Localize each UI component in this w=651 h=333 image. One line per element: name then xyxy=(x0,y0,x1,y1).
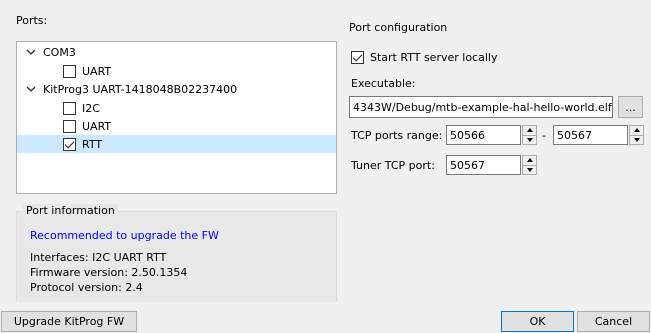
spin-up-icon[interactable] xyxy=(630,126,643,136)
upgrade-warning: Recommended to upgrade the FW xyxy=(30,229,219,242)
upgrade-kitprog-button[interactable]: Upgrade KitProg FW xyxy=(1,311,137,332)
protocol-version-text: Protocol version: 2.4 xyxy=(30,281,143,294)
tree-item-label: UART xyxy=(82,119,112,133)
spin-down-icon[interactable] xyxy=(523,166,536,175)
port-information-title: Port information xyxy=(23,204,118,217)
tree-item-uart[interactable]: UART xyxy=(63,117,111,135)
tcp-to-spinner[interactable] xyxy=(629,125,644,145)
start-rtt-row[interactable]: Start RTT server locally xyxy=(351,51,497,64)
spin-up-icon[interactable] xyxy=(523,156,536,166)
spin-down-icon[interactable] xyxy=(523,136,536,145)
tuner-port-spinner[interactable] xyxy=(522,155,537,175)
tuner-label: Tuner TCP port: xyxy=(351,159,435,172)
start-rtt-checkbox[interactable] xyxy=(351,51,364,64)
spin-down-icon[interactable] xyxy=(630,136,643,145)
spin-up-icon[interactable] xyxy=(523,126,536,136)
ok-button[interactable]: OK xyxy=(501,311,574,332)
executable-label: Executable: xyxy=(351,77,416,90)
chevron-down-icon[interactable] xyxy=(25,46,37,58)
cancel-button[interactable]: Cancel xyxy=(577,311,650,332)
tcp-to-input[interactable]: 50567 xyxy=(553,125,628,145)
rtt-checkbox[interactable] xyxy=(63,137,76,151)
firmware-version-text: Firmware version: 2.50.1354 xyxy=(30,266,188,279)
tree-item-label: I2C xyxy=(82,101,100,115)
executable-input[interactable]: 4343W/Debug/mtb-example-hal-hello-world.… xyxy=(349,96,613,118)
range-separator: - xyxy=(542,129,546,142)
tree-node-com3[interactable]: COM3 xyxy=(25,43,76,61)
start-rtt-label: Start RTT server locally xyxy=(370,51,498,64)
tree-item-com3-uart[interactable]: UART xyxy=(63,62,111,80)
tree-item-rtt[interactable]: RTT xyxy=(17,135,336,153)
ports-tree[interactable]: COM3 UART KitProg3 UART-1418048B02237400… xyxy=(16,41,337,194)
tree-item-label: RTT xyxy=(82,137,103,151)
tree-item-label: UART xyxy=(82,64,112,78)
chevron-down-icon[interactable] xyxy=(25,83,37,95)
tree-item-i2c[interactable]: I2C xyxy=(63,99,100,117)
tree-node-kitprog3[interactable]: KitProg3 UART-1418048B02237400 xyxy=(25,80,237,98)
tuner-port-input[interactable]: 50567 xyxy=(446,155,521,175)
tree-node-label: KitProg3 UART-1418048B02237400 xyxy=(43,82,238,96)
uart-checkbox[interactable] xyxy=(63,119,76,133)
i2c-checkbox[interactable] xyxy=(63,101,76,115)
tcp-range-label: TCP ports range: xyxy=(351,129,443,142)
tree-node-label: COM3 xyxy=(43,45,76,59)
uart-checkbox[interactable] xyxy=(63,64,76,78)
interfaces-text: Interfaces: I2C UART RTT xyxy=(30,251,167,264)
tcp-from-spinner[interactable] xyxy=(522,125,537,145)
tcp-from-input[interactable]: 50566 xyxy=(446,125,521,145)
ports-label: Ports: xyxy=(16,14,48,27)
port-configuration-title: Port configuration xyxy=(349,21,448,34)
browse-button[interactable]: ... xyxy=(618,96,643,118)
